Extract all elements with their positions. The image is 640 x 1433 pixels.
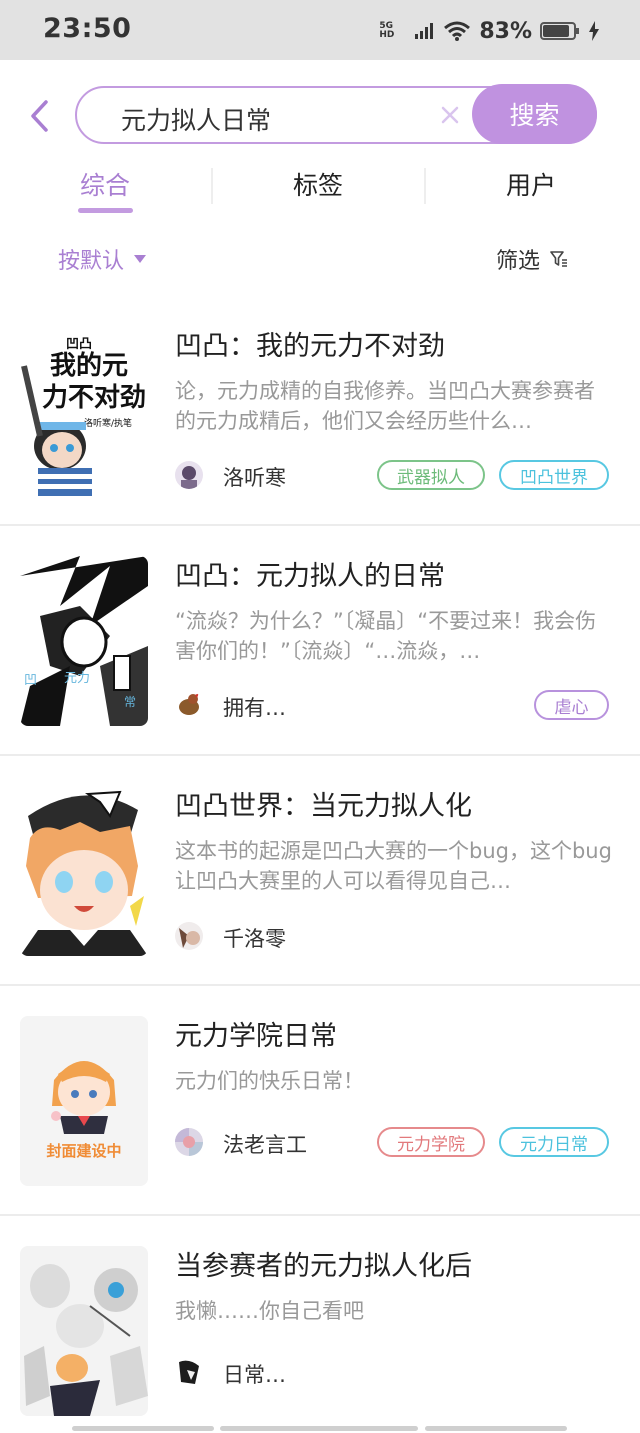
book-cover[interactable]: 封面建设中	[20, 1016, 148, 1186]
status-bar: 23:50 5G HD 83%	[0, 0, 640, 60]
list-item[interactable]: 凹凸 我的元 力不对劲 洛听寒/执笔 凹凸：我的元力不对劲 论，元力成精的自我修…	[0, 296, 640, 526]
tab-tags[interactable]: 标签	[258, 166, 378, 202]
battery-icon	[540, 22, 579, 40]
list-item[interactable]: 封面建设中 元力学院日常 元力们的快乐日常！ 法老言工 元力学院 元力日常	[0, 986, 640, 1216]
author-name[interactable]: 洛听寒	[223, 462, 286, 492]
caret-down-icon	[134, 255, 147, 263]
author-name[interactable]: 法老言工	[223, 1129, 307, 1159]
list-item[interactable]: 当参赛者的元力拟人化后 我懒……你自己看吧 日常…	[0, 1216, 640, 1433]
sort-label: 按默认	[58, 249, 125, 274]
tag-chip[interactable]: 元力学院	[377, 1127, 485, 1157]
search-query[interactable]: 元力拟人日常	[121, 101, 271, 137]
signal-icon	[415, 23, 434, 39]
book-description: 我懒……你自己看吧	[175, 1299, 364, 1323]
book-cover[interactable]	[20, 1246, 148, 1416]
author-avatar[interactable]	[175, 461, 203, 489]
tag-chip[interactable]: 元力日常	[499, 1127, 609, 1157]
book-cover[interactable]: 凹凸 我的元 力不对劲 洛听寒/执笔	[20, 326, 148, 496]
author-name[interactable]: 日常…	[223, 1359, 286, 1389]
tag-chip[interactable]: 凹凸世界	[499, 460, 609, 490]
status-icons: 5G HD 83%	[379, 16, 600, 46]
book-title[interactable]: 凹凸：元力拟人的日常	[175, 554, 445, 593]
battery-percent: 83%	[479, 18, 532, 44]
svg-text:常: 常	[124, 695, 136, 709]
book-title[interactable]: 凹凸：我的元力不对劲	[175, 324, 445, 363]
svg-text:凹: 凹	[24, 673, 37, 688]
list-item[interactable]: 凹 元力 常 凹凸：元力拟人的日常 “流焱？为什么？”〔凝晶〕“不要过来！我会伤…	[0, 526, 640, 756]
cover-text: 我的元	[50, 350, 128, 381]
book-description: “流焱？为什么？”〔凝晶〕“不要过来！我会伤害你们的！”〔流焱〕“…流焱，…	[175, 609, 597, 663]
cover-text: 洛听寒/执笔	[84, 417, 132, 429]
tab-users[interactable]: 用户	[471, 166, 591, 202]
tab-bar: 综合 标签 用户	[0, 160, 640, 220]
author-avatar[interactable]	[175, 1128, 203, 1156]
book-cover[interactable]	[20, 786, 148, 956]
sort-dropdown[interactable]: 按默认	[58, 243, 147, 275]
cover-text: 凹凸	[66, 337, 92, 352]
book-title[interactable]: 元力学院日常	[175, 1014, 337, 1053]
tag-chip[interactable]: 武器拟人	[377, 460, 485, 490]
filter-icon	[550, 251, 568, 267]
filter-label: 筛选	[496, 249, 541, 274]
status-time: 23:50	[43, 13, 132, 44]
book-title[interactable]: 凹凸世界：当元力拟人化	[175, 784, 472, 823]
author-avatar[interactable]	[175, 922, 203, 950]
book-description: 这本书的起源是凹凸大赛的一个bug，这个bug让凹凸大赛里的人可以看得见自己…	[175, 839, 612, 893]
book-description: 元力们的快乐日常！	[175, 1069, 364, 1093]
filter-button[interactable]: 筛选	[496, 243, 568, 275]
clear-icon[interactable]	[439, 104, 461, 126]
network-label: 5G HD	[379, 21, 395, 40]
scroll-indicator	[425, 1426, 567, 1431]
author-name[interactable]: 千洛零	[223, 923, 286, 953]
charging-icon	[589, 21, 599, 41]
cover-text: 力不对劲	[42, 383, 146, 413]
book-description: 论，元力成精的自我修养。当凹凸大赛参赛者的元力成精后，他们又会经历些什么…	[175, 379, 595, 433]
author-avatar[interactable]	[175, 691, 203, 719]
tab-divider	[211, 168, 213, 204]
back-button[interactable]	[26, 98, 54, 134]
svg-text:元力: 元力	[64, 671, 90, 686]
scroll-indicator	[220, 1426, 418, 1431]
author-name[interactable]: 拥有…	[223, 692, 286, 722]
cover-text: 封面建设中	[46, 1142, 121, 1160]
book-cover[interactable]: 凹 元力 常	[20, 556, 148, 726]
wifi-icon	[444, 21, 471, 41]
tab-comprehensive[interactable]: 综合	[45, 166, 165, 202]
author-avatar[interactable]	[175, 1358, 203, 1386]
tag-chip[interactable]: 虐心	[534, 690, 609, 720]
tab-divider	[424, 168, 426, 204]
scroll-indicator	[72, 1426, 214, 1431]
list-item[interactable]: 凹凸世界：当元力拟人化 这本书的起源是凹凸大赛的一个bug，这个bug让凹凸大赛…	[0, 756, 640, 986]
search-button[interactable]: 搜索	[472, 84, 597, 144]
book-title[interactable]: 当参赛者的元力拟人化后	[175, 1244, 472, 1283]
tab-active-indicator	[78, 208, 133, 213]
